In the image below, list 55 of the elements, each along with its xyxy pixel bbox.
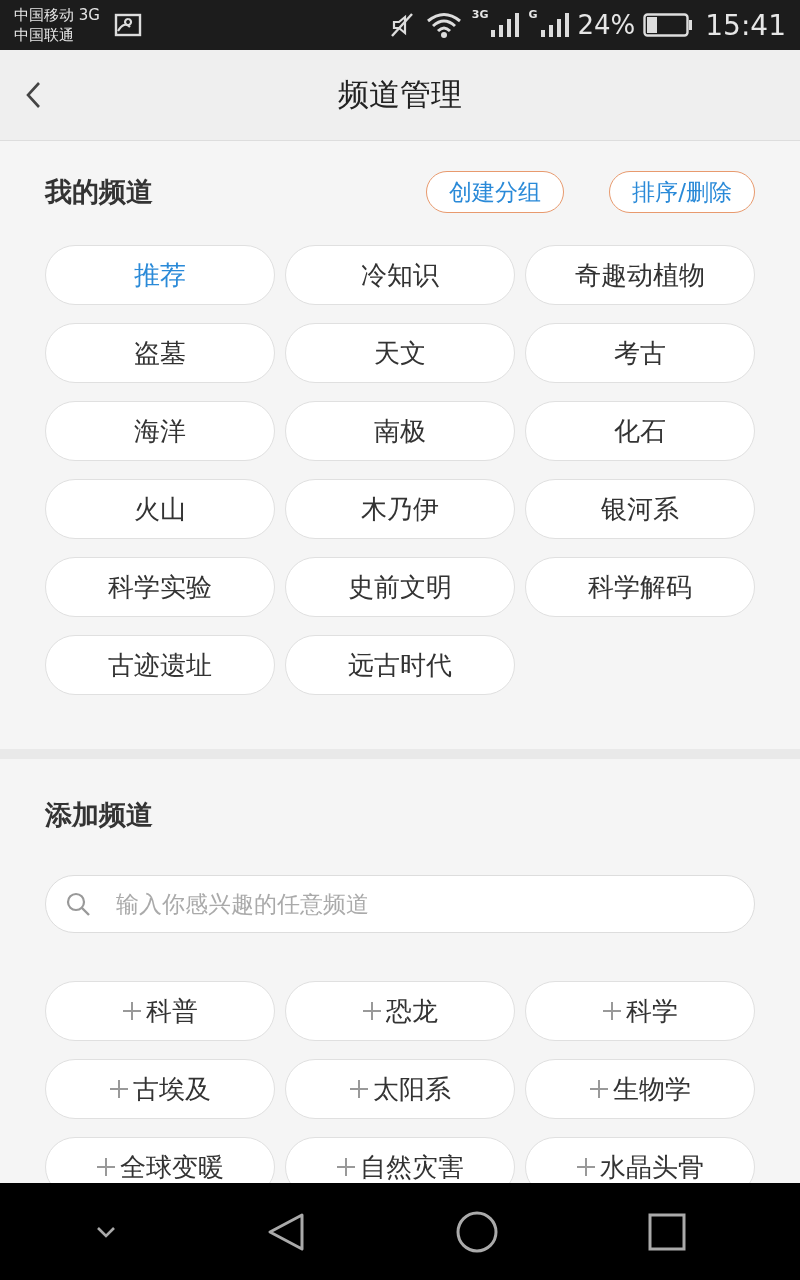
- channel-chip[interactable]: 火山: [45, 479, 275, 539]
- battery-percent: 24%: [577, 10, 636, 40]
- home-icon[interactable]: [454, 1209, 499, 1254]
- add-channel-chip[interactable]: 科学: [525, 981, 755, 1041]
- add-channel-chip[interactable]: 太阳系: [285, 1059, 515, 1119]
- carrier-name: 中国联通: [14, 25, 75, 45]
- add-channel-chip[interactable]: 全球变暖: [45, 1137, 275, 1183]
- clock: 15:41: [705, 8, 786, 42]
- channel-chip[interactable]: 南极: [285, 401, 515, 461]
- action-button[interactable]: 创建分组: [426, 171, 565, 213]
- signal-icon: [490, 12, 521, 38]
- channel-chip[interactable]: 化石: [525, 401, 755, 461]
- channel-chip[interactable]: 考古: [525, 323, 755, 383]
- channel-chip[interactable]: 远古时代: [285, 635, 515, 695]
- channel-chip[interactable]: 银河系: [525, 479, 755, 539]
- search-field[interactable]: 输入你感兴趣的任意频道: [45, 875, 755, 933]
- channel-chip[interactable]: 科学实验: [45, 557, 275, 617]
- channel-chip[interactable]: 海洋: [45, 401, 275, 461]
- network-type: 3G: [471, 8, 489, 21]
- plus-icon: [576, 1157, 596, 1177]
- page-title: 频道管理: [338, 75, 462, 114]
- channel-chip[interactable]: 推荐: [45, 245, 275, 305]
- recent-apps-icon[interactable]: [647, 1212, 686, 1251]
- channel-chip[interactable]: 史前文明: [285, 557, 515, 617]
- add-channel-chip[interactable]: 生物学: [525, 1059, 755, 1119]
- channel-chip[interactable]: 古迹遗址: [45, 635, 275, 695]
- network-type: G: [528, 8, 538, 21]
- plus-icon: [362, 1001, 382, 1021]
- plus-icon: [589, 1079, 609, 1099]
- channel-chip[interactable]: 奇趣动植物: [525, 245, 755, 305]
- plus-icon: [122, 1001, 142, 1021]
- add-channel-chip[interactable]: 水晶头骨: [525, 1137, 755, 1183]
- signal-icon: [539, 12, 570, 38]
- plus-icon: [109, 1079, 129, 1099]
- chevron-down-icon[interactable]: [94, 1224, 117, 1239]
- channel-chip[interactable]: 科学解码: [525, 557, 755, 617]
- image-icon: [113, 13, 142, 37]
- channel-chip[interactable]: 木乃伊: [285, 479, 515, 539]
- plus-icon: [602, 1001, 622, 1021]
- plus-icon: [349, 1079, 369, 1099]
- add-channel-chip[interactable]: 古埃及: [45, 1059, 275, 1119]
- section-title: 添加频道: [45, 798, 154, 832]
- add-channel-chip[interactable]: 恐龙: [285, 981, 515, 1041]
- add-channel-chip[interactable]: 自然灾害: [285, 1137, 515, 1183]
- channel-chip[interactable]: 天文: [285, 323, 515, 383]
- carrier-name: 中国移动 3G: [14, 5, 100, 25]
- section-title: 我的频道: [45, 175, 153, 209]
- back-icon[interactable]: [265, 1211, 306, 1252]
- channel-chip[interactable]: 盗墓: [45, 323, 275, 383]
- battery-icon: [643, 13, 694, 37]
- plus-icon: [336, 1157, 356, 1177]
- action-button[interactable]: 排序/删除: [609, 171, 755, 213]
- plus-icon: [96, 1157, 116, 1177]
- channel-chip[interactable]: 冷知识: [285, 245, 515, 305]
- add-channel-chip[interactable]: 科普: [45, 981, 275, 1041]
